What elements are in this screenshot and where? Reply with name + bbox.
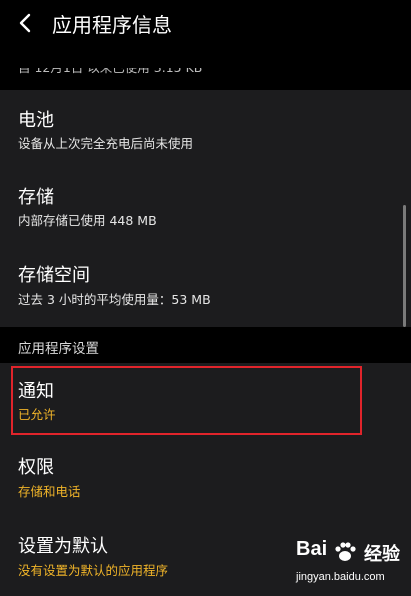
battery-title: 电池 [18,110,54,131]
app-bar: 应用程序信息 [0,0,411,50]
watermark-url: jingyan.baidu.com [296,571,385,583]
set-default-subtitle: 没有设置为默认的应用程序 [18,563,169,578]
storage-subtitle: 内部存储已使用 448 MB [18,213,157,228]
storage-title: 存储 [18,187,54,208]
storage-space-subtitle: 过去 3 小时的平均使用量：53 MB [18,292,211,307]
baidu-jingyan-watermark: Bai 经验 jingyan.baidu.com [296,538,404,594]
highlight-box [11,366,362,435]
permissions-subtitle: 存储和电话 [18,484,81,499]
page-title: 应用程序信息 [52,13,172,37]
list-item-storage[interactable]: 存储 内部存储已使用 448 MB [0,169,411,248]
usage-section: 电池 设备从上次完全充电后尚未使用 存储 内部存储已使用 448 MB 存储空间… [0,90,411,327]
scroll-clip [0,50,411,68]
storage-space-title: 存储空间 [18,265,90,286]
paw-icon [332,539,358,569]
list-item-battery[interactable]: 电池 设备从上次完全充电后尚未使用 [0,90,411,169]
back-button[interactable] [12,12,38,38]
back-arrow-icon [18,13,32,37]
list-item-permissions[interactable]: 权限 存储和电话 [0,440,411,517]
permissions-title: 权限 [18,457,54,478]
section-header-app-settings: 应用程序设置 [18,341,99,357]
watermark-jingyan: 经验 [364,544,400,565]
scrollbar[interactable] [403,205,406,327]
watermark-logo-text: Bai [296,538,328,560]
list-item-storage-space[interactable]: 存储空间 过去 3 小时的平均使用量：53 MB [0,248,411,327]
set-default-title: 设置为默认 [18,536,108,557]
battery-subtitle: 设备从上次完全充电后尚未使用 [18,136,194,151]
